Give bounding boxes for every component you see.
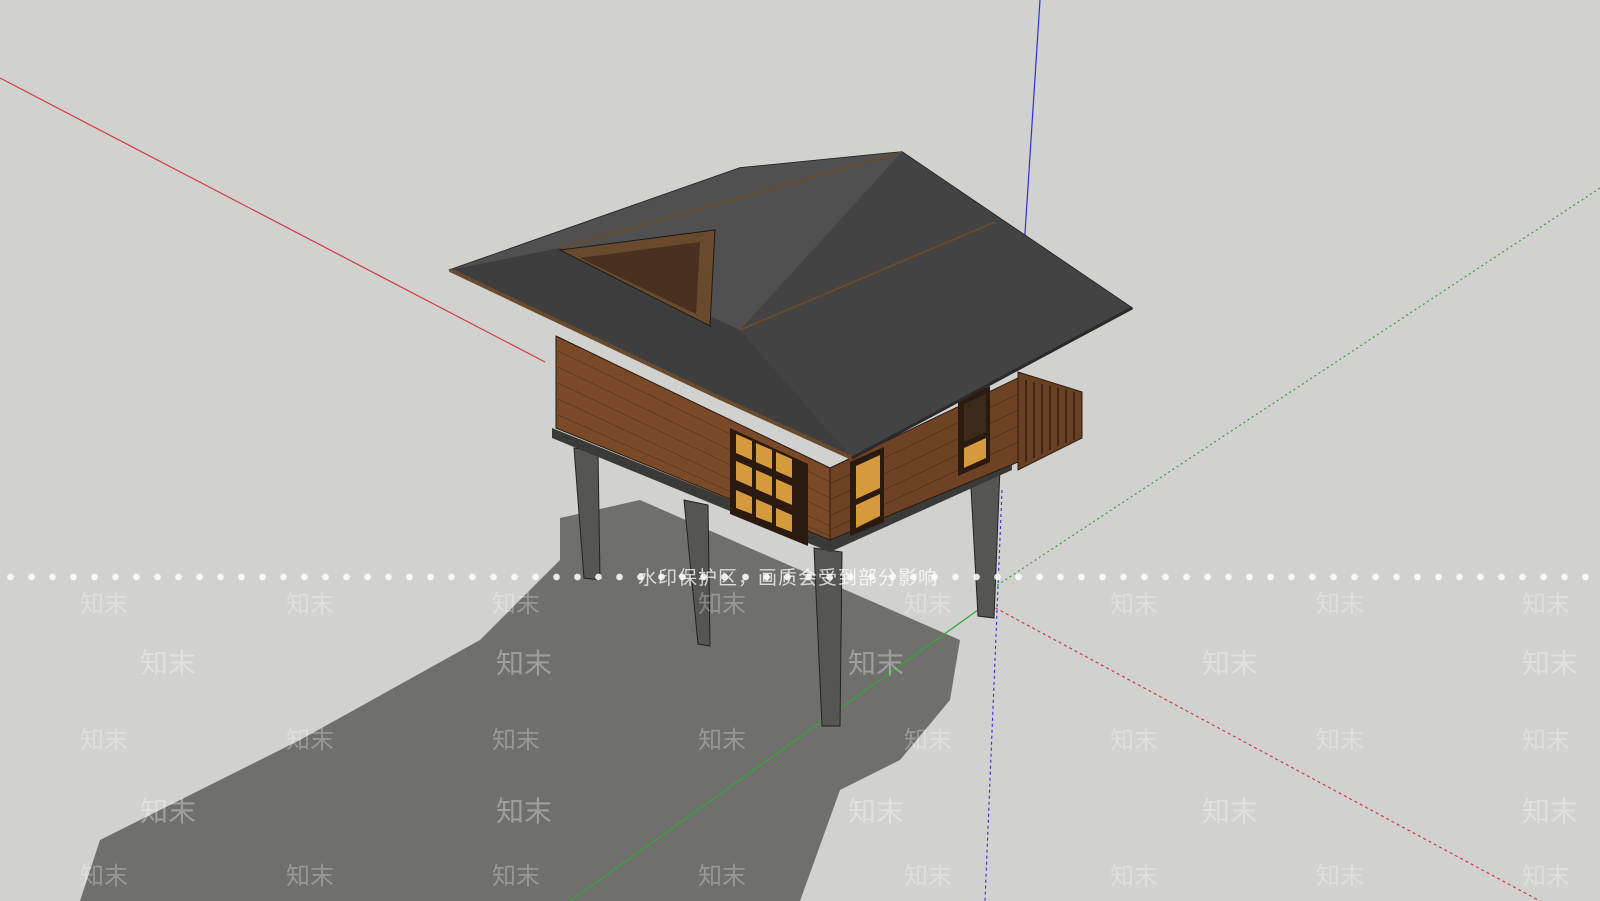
model-scene[interactable] — [0, 0, 1600, 901]
sketchup-3d-viewport[interactable]: 知末 知末 知末 知末 知末 知末 知末 知末 知末 知末 知末 知末 知末 知… — [0, 0, 1600, 901]
watermark-notice: 水印保护区，画质会受到部分影响 — [638, 567, 939, 589]
